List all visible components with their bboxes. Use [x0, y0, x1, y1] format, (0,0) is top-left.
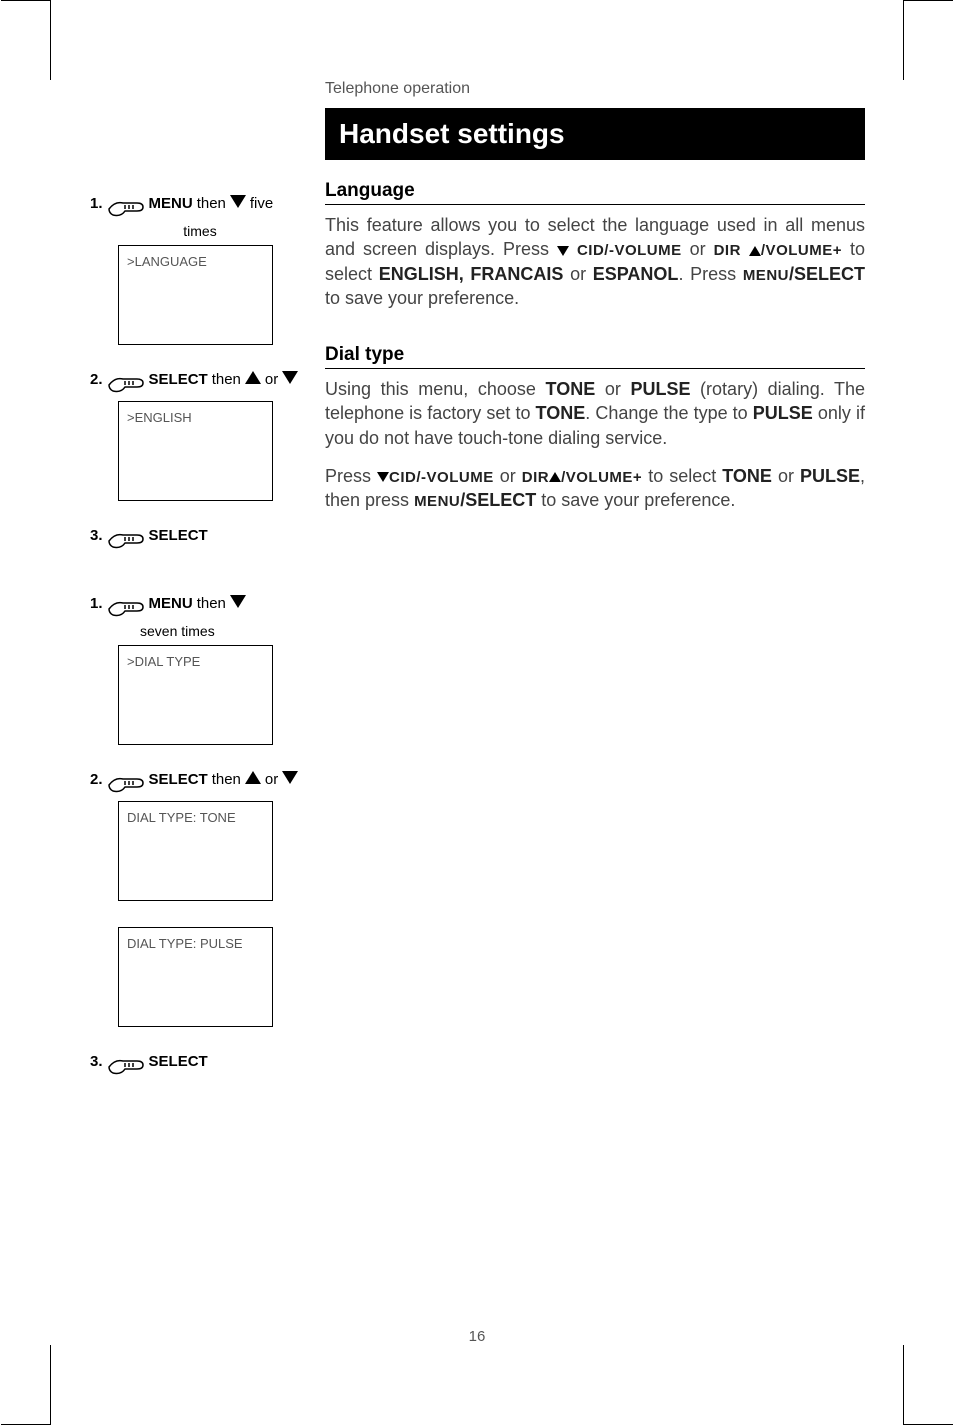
up-arrow-icon [549, 472, 561, 482]
text: times [90, 223, 310, 239]
select-label: SELECT [149, 371, 208, 388]
step-number: 3. [90, 527, 103, 544]
down-arrow-icon [230, 595, 246, 608]
dialtype-body-1: Using this menu, choose TONE or PULSE (r… [325, 377, 865, 450]
down-arrow-icon [282, 371, 298, 384]
tone-text: TONE [722, 466, 772, 486]
page-number: 16 [60, 1328, 894, 1345]
text: five [250, 195, 273, 212]
text: or [563, 264, 592, 284]
text: . Press [678, 264, 742, 284]
step-number: 1. [90, 195, 103, 212]
screen-dial-tone: DIAL TYPE: TONE [118, 801, 273, 901]
step-3: 3. SELECT [90, 527, 310, 551]
pointing-hand-icon [107, 527, 145, 551]
section-heading-language: Language [325, 180, 865, 205]
espanol-text: ESPANOL [593, 264, 679, 284]
chapter-label: Telephone operation [325, 80, 865, 98]
dialtype-body-2: Press CID/-VOLUME or DIR/VOLUME+ to sele… [325, 464, 865, 513]
pulse-text: PULSE [630, 379, 690, 399]
pointing-hand-icon [107, 1053, 145, 1077]
screen-dial-type: >DIAL TYPE [118, 645, 273, 745]
pointing-hand-icon [107, 595, 145, 619]
step-1: 1. MENU then seven times [90, 595, 310, 639]
dir-label: DIR [522, 469, 549, 486]
pulse-text: PULSE [800, 466, 860, 486]
dir-label: DIR [714, 242, 741, 259]
section-heading-dialtype: Dial type [325, 344, 865, 369]
tone-text: TONE [536, 403, 586, 423]
text: or [682, 239, 714, 259]
pointing-hand-icon [107, 195, 145, 219]
text: to save your preference. [325, 288, 519, 308]
down-arrow-icon [377, 472, 389, 482]
volume-plus-label: /VOLUME+ [761, 242, 842, 259]
select-label: SELECT [149, 1053, 208, 1070]
tone-text: TONE [546, 379, 596, 399]
pulse-text: PULSE [753, 403, 813, 423]
text: to select [642, 466, 722, 486]
text: then [212, 371, 241, 388]
down-arrow-icon [557, 246, 569, 256]
volume-plus-label: /VOLUME+ [561, 469, 642, 486]
menu-label: MENU [743, 267, 789, 284]
down-arrow-icon [230, 195, 246, 208]
language-body: This feature allows you to select the la… [325, 213, 865, 310]
options-text: ENGLISH, FRANCAIS [379, 264, 564, 284]
down-arrow-icon [282, 771, 298, 784]
step-number: 3. [90, 1053, 103, 1070]
text: or [595, 379, 630, 399]
text: then [197, 595, 226, 612]
menu-label: MENU [149, 195, 193, 212]
up-arrow-icon [245, 771, 261, 784]
text: . Change the type to [585, 403, 753, 423]
menu-label: MENU [149, 595, 193, 612]
text: or [494, 466, 522, 486]
text: or [772, 466, 800, 486]
screen-language: >LANGUAGE [118, 245, 273, 345]
cid-volume-label: CID/-VOLUME [389, 469, 494, 486]
crop-mark [50, 0, 100, 80]
crop-mark [854, 0, 904, 80]
text: or [265, 371, 278, 388]
text: or [265, 771, 278, 788]
text: seven times [90, 623, 310, 639]
text: then [212, 771, 241, 788]
step-2: 2. SELECT then or [90, 371, 310, 395]
step-3: 3. SELECT [90, 1053, 310, 1077]
text: then [197, 195, 226, 212]
select-label: SELECT [149, 527, 208, 544]
step-1: 1. MENU then five times [90, 195, 310, 239]
step-number: 2. [90, 771, 103, 788]
up-arrow-icon [245, 371, 261, 384]
pointing-hand-icon [107, 371, 145, 395]
cid-volume-label: CID/-VOLUME [577, 242, 682, 259]
up-arrow-icon [749, 246, 761, 256]
step-2: 2. SELECT then or [90, 771, 310, 795]
menu-label: MENU [414, 493, 460, 510]
page-title: Handset settings [325, 108, 865, 160]
text: Press [325, 466, 377, 486]
screen-english: >ENGLISH [118, 401, 273, 501]
select-label: SELECT [149, 771, 208, 788]
pointing-hand-icon [107, 771, 145, 795]
screen-dial-pulse: DIAL TYPE: PULSE [118, 927, 273, 1027]
text: Using this menu, choose [325, 379, 546, 399]
step-number: 2. [90, 371, 103, 388]
text: to save your preference. [536, 490, 735, 510]
step-number: 1. [90, 595, 103, 612]
